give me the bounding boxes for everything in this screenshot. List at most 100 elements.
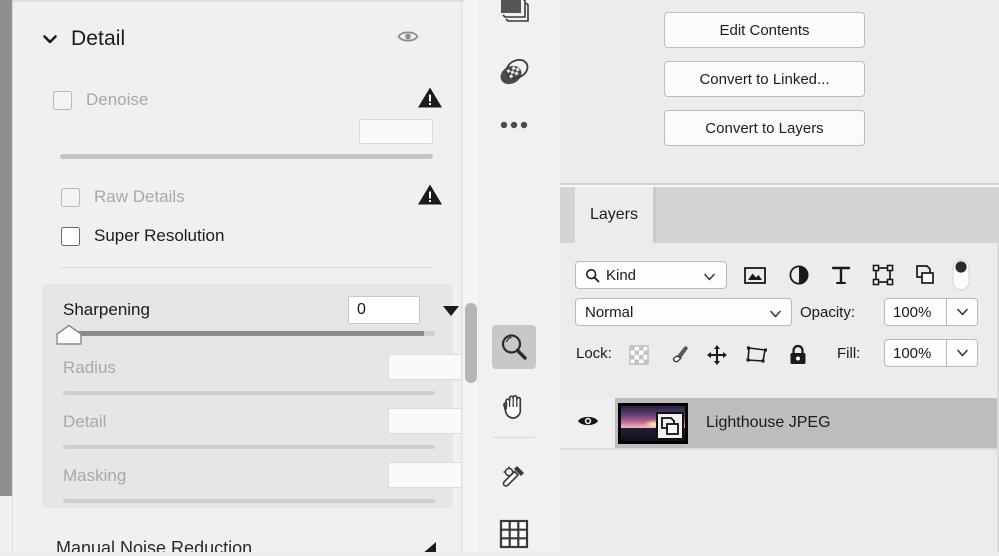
layers-panel-body: Kind Normal Opacity: 100% Lock: Fill: 10…	[560, 243, 999, 552]
opacity-label: Opacity:	[800, 304, 856, 321]
layer-kind-label: Kind	[606, 266, 637, 284]
sharpening-group: Sharpening 0 Radius Detail Masking	[42, 284, 462, 508]
denoise-value-field[interactable]	[359, 119, 433, 144]
tab-layers[interactable]: Layers	[575, 187, 653, 243]
raw-details-row[interactable]: Raw Details	[61, 184, 443, 210]
lock-artboard-nesting-icon[interactable]	[745, 343, 769, 367]
pixel-layer-filter-icon[interactable]	[742, 263, 768, 287]
properties-panel: Edit Contents Convert to Linked... Conve…	[560, 0, 999, 186]
super-resolution-label: Super Resolution	[94, 226, 225, 245]
masking-slider-track[interactable]	[63, 499, 435, 503]
opacity-value: 100%	[893, 303, 932, 321]
grid-tool-icon[interactable]	[492, 512, 536, 556]
table-row[interactable]: Lighthouse JPEG	[560, 398, 999, 448]
warning-triangle-icon	[417, 86, 443, 115]
blend-mode-select[interactable]: Normal	[575, 298, 792, 326]
lock-position-move-icon[interactable]	[705, 343, 729, 367]
edit-contents-button[interactable]: Edit Contents	[664, 12, 865, 48]
fill-stepper[interactable]	[947, 339, 978, 367]
layers-tab-bar: Layers	[560, 187, 999, 243]
detail-row[interactable]: Detail	[63, 408, 462, 436]
photoshop-window: Detail Denoise Raw Details Super Resolut…	[0, 0, 999, 552]
detail-scrollbar-track[interactable]	[464, 0, 478, 552]
tab-shadow	[653, 187, 656, 243]
sharpening-header: Sharpening 0	[63, 296, 459, 326]
super-resolution-row[interactable]: Super Resolution	[61, 223, 443, 249]
lock-row: Lock: Fill: 100%	[560, 335, 999, 373]
detail-scrollbar-thumb[interactable]	[465, 303, 477, 383]
masking-value-field[interactable]	[388, 462, 462, 488]
masking-label: Masking	[63, 466, 127, 485]
eye-icon[interactable]	[397, 29, 419, 50]
radius-value-field[interactable]	[388, 354, 462, 380]
super-resolution-checkbox[interactable]	[61, 226, 80, 246]
outer-scrollbar-thumb[interactable]	[0, 0, 12, 496]
eyedropper-tool-icon[interactable]	[492, 455, 536, 499]
fill-label: Fill:	[837, 345, 861, 362]
chevron-down-icon[interactable]	[769, 307, 782, 324]
tool-separator	[493, 437, 535, 438]
lock-label: Lock:	[576, 345, 612, 362]
panel-right-border	[461, 0, 462, 552]
lock-transparency-icon[interactable]	[627, 343, 651, 367]
masking-row[interactable]: Masking	[63, 462, 462, 490]
shape-layer-filter-icon[interactable]	[870, 263, 896, 287]
search-icon	[585, 268, 600, 283]
denoise-checkbox[interactable]	[53, 90, 72, 110]
layer-thumbnail[interactable]	[618, 403, 688, 444]
convert-to-layers-button[interactable]: Convert to Layers	[664, 110, 865, 146]
detail-section-title: Detail	[71, 27, 126, 50]
camera-raw-detail-panel: Detail Denoise Raw Details Super Resolut…	[0, 0, 478, 552]
tab-layers-label: Layers	[589, 206, 639, 223]
adjustment-layer-filter-icon[interactable]	[786, 263, 812, 287]
warning-triangle-icon	[417, 183, 443, 212]
outer-scrollbar-track[interactable]	[0, 0, 12, 496]
lock-image-brush-icon[interactable]	[667, 343, 691, 367]
detail-label: Detail	[63, 412, 107, 431]
hand-tool-icon[interactable]	[492, 383, 536, 427]
section-separator	[60, 267, 433, 268]
zoom-tool-icon[interactable]	[492, 325, 536, 369]
radius-row[interactable]: Radius	[63, 354, 462, 382]
denoise-row[interactable]: Denoise	[53, 86, 443, 114]
manual-noise-reduction-label[interactable]: Manual Noise Reduction	[56, 538, 252, 552]
stack-layers-icon[interactable]	[492, 0, 536, 32]
detail-section-header[interactable]: Detail	[41, 20, 441, 58]
more-options-icon[interactable]	[492, 103, 536, 147]
detail-value-field[interactable]	[388, 408, 462, 434]
chevron-down-icon[interactable]	[41, 30, 59, 48]
healing-patch-icon[interactable]	[492, 50, 536, 94]
tool-strip	[479, 0, 560, 552]
layer-kind-filter[interactable]: Kind	[575, 261, 727, 289]
radius-label: Radius	[63, 358, 116, 377]
radius-slider-track[interactable]	[63, 391, 435, 395]
denoise-slider-track[interactable]	[60, 154, 433, 159]
fill-value: 100%	[893, 344, 932, 362]
detail-slider-track[interactable]	[63, 445, 435, 449]
detail-panel-body: Detail Denoise Raw Details Super Resolut…	[13, 2, 462, 552]
sharpening-slider-handle[interactable]	[55, 324, 83, 345]
sharpening-value-field[interactable]: 0	[348, 296, 420, 324]
right-panel-column: Edit Contents Convert to Linked... Conve…	[560, 0, 999, 552]
convert-to-linked-button[interactable]: Convert to Linked...	[664, 61, 865, 97]
layers-empty-area	[560, 450, 999, 552]
smart-object-filter-icon[interactable]	[912, 263, 938, 287]
triangle-down-icon[interactable]	[440, 302, 462, 325]
chevron-down-icon[interactable]	[703, 270, 716, 288]
lock-all-padlock-icon[interactable]	[786, 343, 810, 367]
sharpening-label: Sharpening	[63, 300, 150, 319]
triangle-left-icon[interactable]	[417, 540, 439, 552]
layer-visibility-cell[interactable]	[560, 398, 615, 448]
filter-enable-toggle[interactable]	[950, 258, 972, 292]
opacity-input[interactable]: 100%	[884, 298, 947, 326]
smart-object-badge-icon	[656, 412, 684, 440]
type-layer-filter-icon[interactable]	[828, 263, 854, 287]
sharpening-slider-track[interactable]	[63, 331, 435, 336]
eye-icon[interactable]	[577, 414, 599, 433]
fill-input[interactable]: 100%	[884, 339, 947, 367]
denoise-label: Denoise	[86, 90, 149, 109]
layer-name: Lighthouse JPEG	[706, 414, 831, 431]
raw-details-label: Raw Details	[94, 187, 185, 206]
raw-details-checkbox[interactable]	[61, 187, 80, 207]
opacity-stepper[interactable]	[947, 298, 978, 326]
